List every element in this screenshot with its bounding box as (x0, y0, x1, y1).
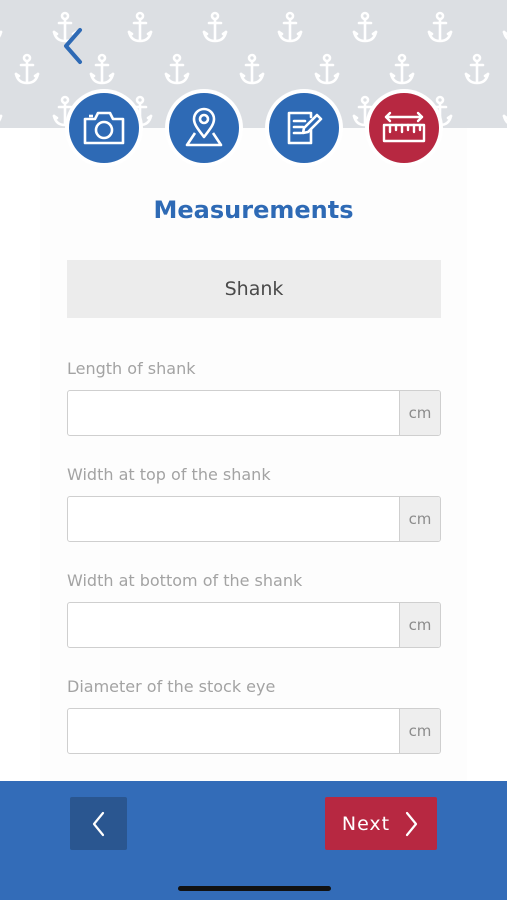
page-title: Measurements (153, 196, 354, 224)
chevron-right-icon (406, 811, 418, 836)
section-header: Shank (67, 260, 441, 318)
width-top-of-shank-input[interactable] (68, 497, 399, 541)
length-of-shank-field: cm (67, 390, 441, 436)
previous-button[interactable] (70, 797, 127, 850)
next-button-label: Next (341, 812, 391, 835)
step-photo[interactable] (65, 89, 143, 167)
unit-label: cm (399, 603, 440, 647)
step-location[interactable] (165, 89, 243, 167)
chevron-left-icon (92, 811, 104, 836)
ruler-icon (382, 111, 426, 143)
width-bottom-of-shank-input[interactable] (68, 603, 399, 647)
unit-label: cm (399, 709, 440, 753)
width-top-of-shank-label: Width at top of the shank (67, 465, 271, 484)
width-bottom-of-shank-field: cm (67, 602, 441, 648)
width-bottom-of-shank-label: Width at bottom of the shank (67, 571, 303, 590)
step-details[interactable] (265, 89, 343, 167)
step-indicator (0, 0, 507, 180)
stock-eye-diameter-label: Diameter of the stock eye (67, 677, 276, 696)
map-pin-icon (185, 107, 223, 147)
length-of-shank-label: Length of shank (67, 359, 196, 378)
stock-eye-diameter-input[interactable] (68, 709, 399, 753)
section-title: Shank (224, 278, 284, 300)
camera-icon (83, 111, 125, 145)
width-top-of-shank-field: cm (67, 496, 441, 542)
stock-eye-diameter-field: cm (67, 708, 441, 754)
edit-document-icon (287, 111, 323, 145)
next-button[interactable]: Next (325, 797, 437, 850)
step-measurements[interactable] (365, 89, 443, 167)
unit-label: cm (399, 391, 440, 435)
home-indicator (178, 886, 331, 891)
length-of-shank-input[interactable] (68, 391, 399, 435)
unit-label: cm (399, 497, 440, 541)
